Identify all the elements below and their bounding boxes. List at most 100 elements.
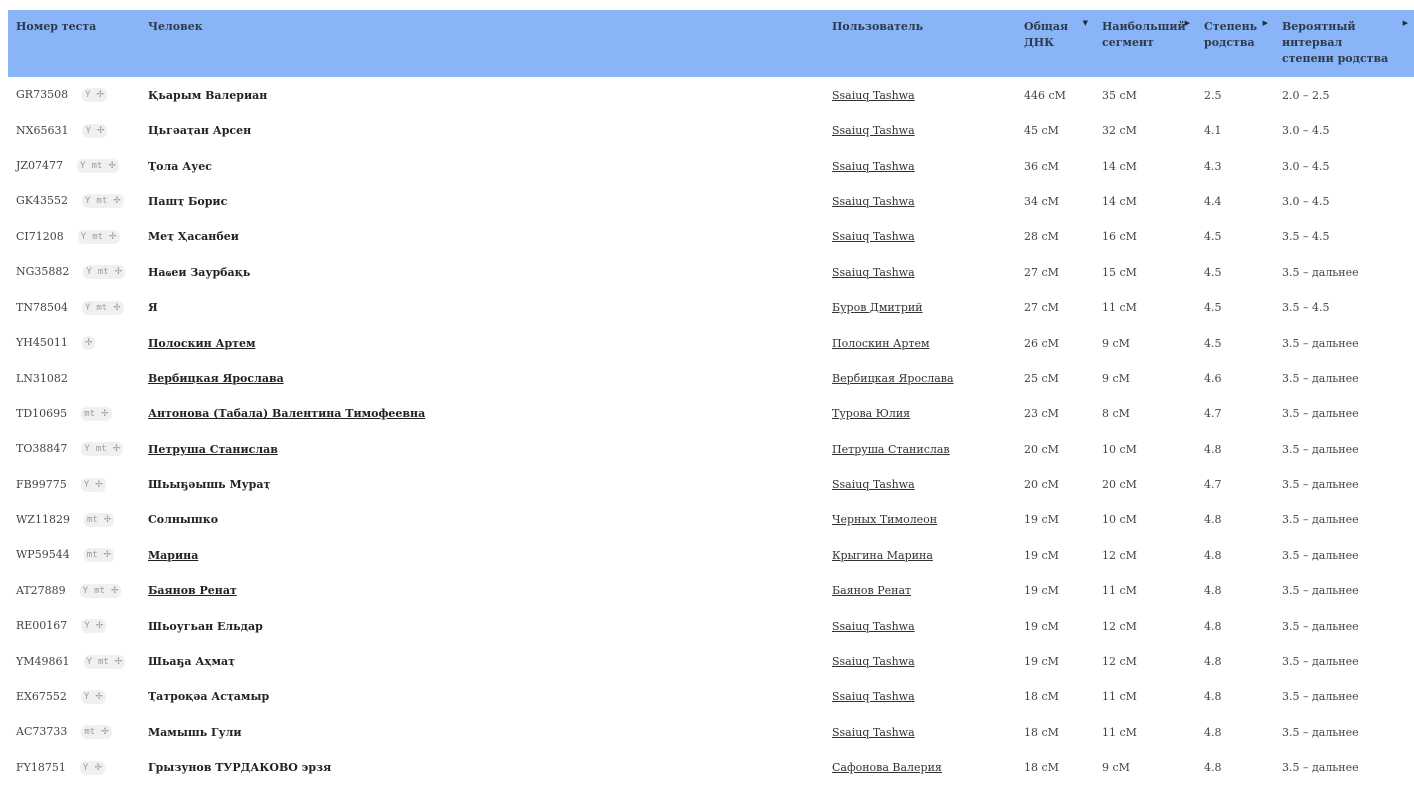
table-row[interactable]: JZ07477 Ymt ✢ Ҭола Ауес Ssaiuq Tashwa 36 cM 14…: [8, 148, 1414, 183]
user-link[interactable]: Ssaiuq Tashwa: [832, 266, 915, 279]
person-name[interactable]: Антонова (Табала) Валентина Тимофеевна: [148, 407, 425, 420]
relationship-interval: 3.5 – дальнее: [1282, 655, 1359, 669]
test-badges: Ymt ✢: [83, 654, 126, 669]
cell-total-dna: 19 cM: [1016, 608, 1094, 643]
largest-segment: 20 cM: [1102, 478, 1137, 492]
table-row[interactable]: RE00167 Y ✢ Шьоугьан Ельдар Ssaiuq Tashwa 19 …: [8, 608, 1414, 643]
person-name[interactable]: Петруша Станислав: [148, 443, 278, 456]
relationship-interval: 3.5 – дальнее: [1282, 548, 1359, 562]
user-link[interactable]: Сафонова Валерия: [832, 761, 942, 774]
header-total-dna[interactable]: Общая ДНК ▼: [1016, 10, 1094, 77]
test-id: GR73508: [16, 88, 69, 101]
test-id: GK43552: [16, 194, 68, 208]
relationship-degree: 4.3: [1204, 159, 1222, 173]
person-name[interactable]: Марина: [148, 549, 198, 562]
header-person[interactable]: Человек: [140, 10, 824, 77]
table-row[interactable]: TO38847 Ymt ✢ Петруша Станислав Петруша Стан…: [8, 432, 1414, 467]
table-body: GR73508 Y ✢ Қьарым Валериан Ssaiuq Tashwa 446…: [8, 77, 1414, 785]
test-id: WP59544: [16, 548, 70, 562]
user-link[interactable]: Ssaiuq Tashwa: [832, 478, 915, 491]
cell-user: Буров Дмитрий: [824, 290, 1016, 325]
user-link[interactable]: Ssaiuq Tashwa: [832, 726, 915, 739]
cell-interval: 2.0 – 2.5: [1274, 77, 1414, 113]
test-id: CI71208: [16, 229, 64, 243]
table-row[interactable]: WZ11829 mt ✢ Солнышко Черных Тимолеон 19 cM 10…: [8, 502, 1414, 537]
relationship-interval: 3.5 – дальнее: [1282, 371, 1359, 385]
header-degree[interactable]: Степень родства ▶: [1196, 10, 1274, 77]
user-link[interactable]: Ssaiuq Tashwa: [832, 655, 915, 668]
table-row[interactable]: NG35882 Ymt ✢ Наҩеи Заурбақь Ssaiuq Tashwa 27…: [8, 255, 1414, 290]
user-link[interactable]: Ssaiuq Tashwa: [832, 620, 915, 633]
header-largest-segment[interactable]: Наибольший сегмент ▶: [1094, 10, 1196, 77]
table-row[interactable]: AC73733 mt ✢ Мамышь Гули Ssaiuq Tashwa 18 cM 1…: [8, 715, 1414, 750]
user-link[interactable]: Петруша Станислав: [832, 443, 950, 456]
dna-helix-icon: ✢: [100, 512, 115, 527]
test-badges: Y ✢: [80, 689, 106, 704]
test-badges: Y ✢: [80, 477, 106, 492]
relationship-interval: 3.0 – 4.5: [1282, 159, 1330, 173]
cell-user: Ssaiuq Tashwa: [824, 715, 1016, 750]
table-row[interactable]: YM49861 Ymt ✢ Шьаҕа Аҳмаҭ Ssaiuq Tashwa 19 cM…: [8, 644, 1414, 679]
total-dna: 19 cM: [1024, 655, 1059, 669]
mt-dna-badge: mt: [81, 406, 98, 421]
person-name[interactable]: Баянов Ренат: [148, 584, 237, 597]
table-row[interactable]: TN78504 Ymt ✢ Я Буров Дмитрий 27 cM 11 cM 4.5 3.…: [8, 290, 1414, 325]
person-name[interactable]: Вербицкая Ярослава: [148, 372, 284, 385]
table-row[interactable]: NX65631 Y ✢ Цьгәаҭан Арсен Ssaiuq Tashwa 45 c…: [8, 113, 1414, 148]
table-row[interactable]: GR73508 Y ✢ Қьарым Валериан Ssaiuq Tashwa 446…: [8, 77, 1414, 113]
user-link[interactable]: Крыгина Марина: [832, 549, 933, 562]
table-row[interactable]: FY18751 Y ✢ Грызунов ТУРДАКОВО эрзя Сафонова…: [8, 750, 1414, 785]
cell-person: Вербицкая Ярослава: [140, 361, 824, 396]
user-link[interactable]: Ssaiuq Tashwa: [832, 690, 915, 703]
dna-helix-icon: ✢: [81, 336, 96, 351]
user-link[interactable]: Ssaiuq Tashwa: [832, 89, 915, 102]
table-row[interactable]: YH45011 ✢ Полоскин Артем Полоскин Артем 26 c…: [8, 325, 1414, 360]
cell-user: Баянов Ренат: [824, 573, 1016, 608]
person-name[interactable]: Полоскин Артем: [148, 337, 256, 350]
user-link[interactable]: Ssaiuq Tashwa: [832, 160, 915, 173]
table-row[interactable]: EX67552 Y ✢ Ҭатроқәа Асҭамыр Ssaiuq Tashwa 18…: [8, 679, 1414, 714]
user-link[interactable]: Ssaiuq Tashwa: [832, 230, 915, 243]
cell-user: Ssaiuq Tashwa: [824, 467, 1016, 502]
user-link[interactable]: Баянов Ренат: [832, 584, 911, 597]
person-name: Я: [148, 301, 158, 315]
cell-user: Ssaiuq Tashwa: [824, 219, 1016, 254]
relationship-interval: 2.0 – 2.5: [1282, 88, 1330, 102]
cell-interval: 3.5 – дальнее: [1274, 255, 1414, 290]
test-badges: Ymt ✢: [81, 300, 124, 315]
header-interval[interactable]: Вероятный интервал степени родства ▶: [1274, 10, 1414, 77]
user-link[interactable]: Ssaiuq Tashwa: [832, 195, 915, 208]
user-link[interactable]: Буров Дмитрий: [832, 301, 923, 314]
person-name: Шьоугьан Ельдар: [148, 619, 263, 633]
dna-helix-icon: ✢: [98, 725, 112, 740]
header-test-number[interactable]: Номер теста: [8, 10, 140, 77]
cell-test-id: TO38847 Ymt ✢: [8, 432, 140, 467]
header-user[interactable]: Пользователь: [824, 10, 1016, 77]
sort-down-icon: ▼: [1082, 18, 1088, 27]
dna-helix-icon: ✢: [107, 583, 122, 598]
user-link[interactable]: Ssaiuq Tashwa: [832, 124, 915, 137]
cell-interval: 3.5 – дальнее: [1274, 608, 1414, 643]
table-row[interactable]: FB99775 Y ✢ Шьыҕәышь Мураҭ Ssaiuq Tashwa 20 c…: [8, 467, 1414, 502]
cell-interval: 3.0 – 4.5: [1274, 113, 1414, 148]
cell-user: Петруша Станислав: [824, 432, 1016, 467]
table-row[interactable]: LN31082 Вербицкая Ярослава Вербицкая Яросл…: [8, 361, 1414, 396]
user-link[interactable]: Черных Тимолеон: [832, 513, 937, 526]
relationship-degree: 4.7: [1204, 407, 1222, 421]
test-id: TN78504: [16, 300, 68, 314]
table-row[interactable]: AT27889 Ymt ✢ Баянов Ренат Баянов Ренат 19 cM…: [8, 573, 1414, 608]
user-link[interactable]: Турова Юлия: [832, 407, 910, 420]
table-row[interactable]: GK43552 Ymt ✢ Пашҭ Борис Ssaiuq Tashwa 34 cM 1…: [8, 184, 1414, 219]
cell-person: Петруша Станислав: [140, 432, 824, 467]
table-row[interactable]: CI71208 Ymt ✢ Меҭ Ҳасанбеи Ssaiuq Tashwa 28 c…: [8, 219, 1414, 254]
user-link[interactable]: Полоскин Артем: [832, 337, 930, 350]
cell-user: Ssaiuq Tashwa: [824, 255, 1016, 290]
cell-person: Наҩеи Заурбақь: [140, 255, 824, 290]
table-row[interactable]: WP59544 mt ✢ Марина Крыгина Марина 19 cM 12 cM…: [8, 538, 1414, 573]
cell-total-dna: 28 cM: [1016, 219, 1094, 254]
dna-helix-icon: ✢: [105, 159, 119, 174]
largest-segment: 9 cM: [1102, 371, 1130, 385]
user-link[interactable]: Вербицкая Ярослава: [832, 372, 954, 385]
table-row[interactable]: TD10695 mt ✢ Антонова (Табала) Валентина Ти…: [8, 396, 1414, 431]
relationship-degree: 4.5: [1204, 301, 1222, 315]
